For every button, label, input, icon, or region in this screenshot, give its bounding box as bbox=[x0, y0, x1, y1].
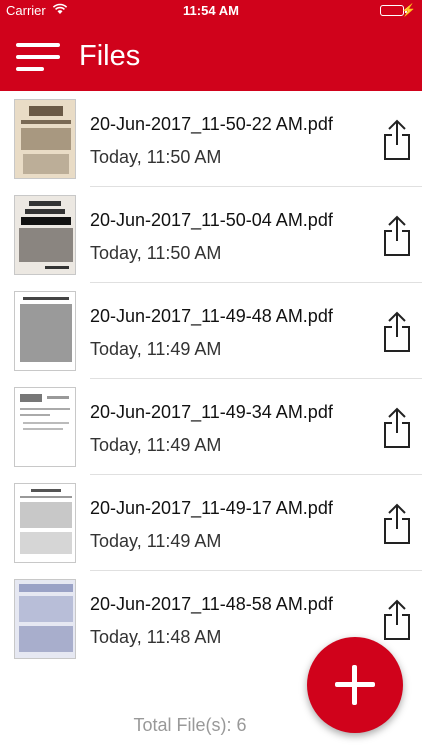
status-bar: Carrier 11:54 AM ⚡ bbox=[0, 0, 422, 22]
page-title: Files bbox=[79, 40, 141, 72]
file-date: Today, 11:48 AM bbox=[90, 627, 222, 647]
pdf-thumbnail bbox=[14, 387, 76, 467]
charging-bolt-icon: ⚡ bbox=[401, 3, 416, 17]
share-icon[interactable] bbox=[382, 407, 412, 449]
share-icon[interactable] bbox=[382, 311, 412, 353]
file-date: Today, 11:49 AM bbox=[90, 435, 222, 455]
file-date: Today, 11:49 AM bbox=[90, 339, 222, 359]
pdf-thumbnail bbox=[14, 579, 76, 659]
share-icon[interactable] bbox=[382, 503, 412, 545]
file-row[interactable]: 20-Jun-2017_11-49-17 AM.pdf Today, 11:49… bbox=[0, 475, 422, 571]
file-name: 20-Jun-2017_11-49-48 AM.pdf bbox=[90, 306, 333, 326]
file-list: 20-Jun-2017_11-50-22 AM.pdf Today, 11:50… bbox=[0, 91, 422, 667]
navigation-bar: Files bbox=[0, 22, 422, 91]
hamburger-menu-icon[interactable] bbox=[16, 43, 60, 71]
share-icon[interactable] bbox=[382, 119, 412, 161]
pdf-thumbnail bbox=[14, 99, 76, 179]
add-file-button[interactable] bbox=[307, 637, 403, 733]
pdf-thumbnail bbox=[14, 195, 76, 275]
file-row[interactable]: 20-Jun-2017_11-50-22 AM.pdf Today, 11:50… bbox=[0, 91, 422, 187]
file-name: 20-Jun-2017_11-50-22 AM.pdf bbox=[90, 114, 333, 134]
pdf-thumbnail bbox=[14, 291, 76, 371]
file-row[interactable]: 20-Jun-2017_11-49-48 AM.pdf Today, 11:49… bbox=[0, 283, 422, 379]
file-name: 20-Jun-2017_11-49-17 AM.pdf bbox=[90, 498, 333, 518]
file-row[interactable]: 20-Jun-2017_11-49-34 AM.pdf Today, 11:49… bbox=[0, 379, 422, 475]
file-date: Today, 11:50 AM bbox=[90, 243, 222, 263]
file-name: 20-Jun-2017_11-48-58 AM.pdf bbox=[90, 594, 333, 614]
status-time: 11:54 AM bbox=[183, 3, 239, 18]
file-date: Today, 11:49 AM bbox=[90, 531, 222, 551]
file-name: 20-Jun-2017_11-49-34 AM.pdf bbox=[90, 402, 333, 422]
file-row[interactable]: 20-Jun-2017_11-50-04 AM.pdf Today, 11:50… bbox=[0, 187, 422, 283]
file-date: Today, 11:50 AM bbox=[90, 147, 222, 167]
pdf-thumbnail bbox=[14, 483, 76, 563]
share-icon[interactable] bbox=[382, 599, 412, 641]
share-icon[interactable] bbox=[382, 215, 412, 257]
file-name: 20-Jun-2017_11-50-04 AM.pdf bbox=[90, 210, 333, 230]
